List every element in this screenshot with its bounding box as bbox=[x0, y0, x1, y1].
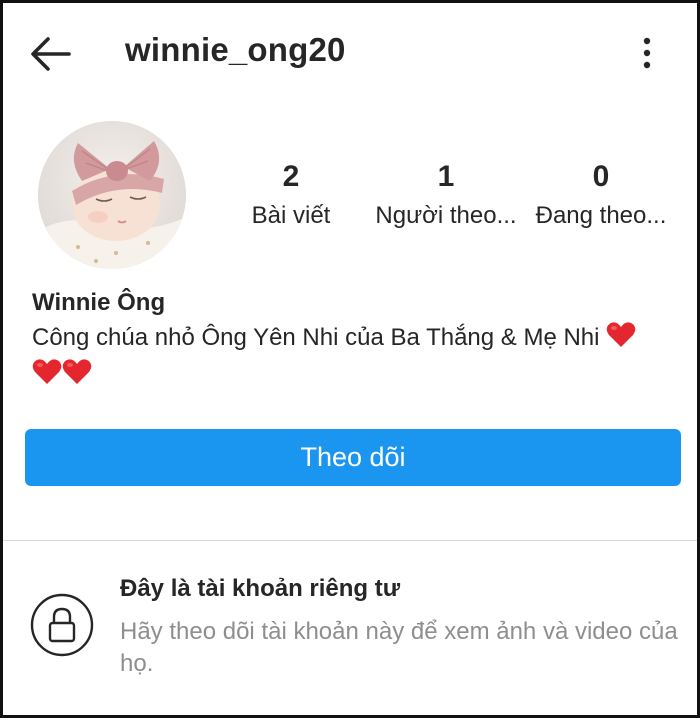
back-arrow-icon[interactable] bbox=[29, 35, 73, 73]
profile-username: winnie_ong20 bbox=[125, 31, 346, 68]
profile-avatar[interactable] bbox=[38, 121, 186, 269]
follow-button[interactable]: Theo dõi bbox=[25, 429, 681, 486]
bio-text: Công chúa nhỏ Ông Yên Nhi của Ba Thắng &… bbox=[32, 324, 600, 351]
section-divider bbox=[3, 540, 697, 541]
lock-icon bbox=[30, 593, 94, 657]
more-options-icon[interactable] bbox=[633, 35, 661, 71]
following-label: Đang theo... bbox=[535, 202, 667, 229]
followers-count: 1 bbox=[437, 160, 455, 193]
stat-posts[interactable]: 2 Bài viết bbox=[211, 159, 371, 233]
profile-bio: Công chúa nhỏ Ông Yên Nhi của Ba Thắng &… bbox=[32, 321, 682, 395]
followers-label: Người theo... bbox=[375, 202, 517, 229]
red-heart-icon bbox=[32, 358, 62, 395]
following-count: 0 bbox=[592, 160, 610, 193]
profile-full-name: Winnie Ông bbox=[32, 289, 166, 316]
private-account-description: Hãy theo dõi tài khoản này để xem ảnh và… bbox=[120, 618, 678, 677]
red-heart-icon bbox=[62, 358, 92, 395]
red-heart-icon bbox=[606, 321, 636, 358]
stat-following[interactable]: 0 Đang theo... bbox=[521, 159, 681, 233]
profile-screen: winnie_ong20 2 Bài viết 1 Người theo... … bbox=[0, 0, 700, 718]
private-account-title: Đây là tài khoản riêng tư bbox=[120, 575, 401, 602]
posts-count: 2 bbox=[282, 160, 300, 193]
posts-label: Bài viết bbox=[251, 202, 331, 229]
stat-followers[interactable]: 1 Người theo... bbox=[366, 159, 526, 233]
